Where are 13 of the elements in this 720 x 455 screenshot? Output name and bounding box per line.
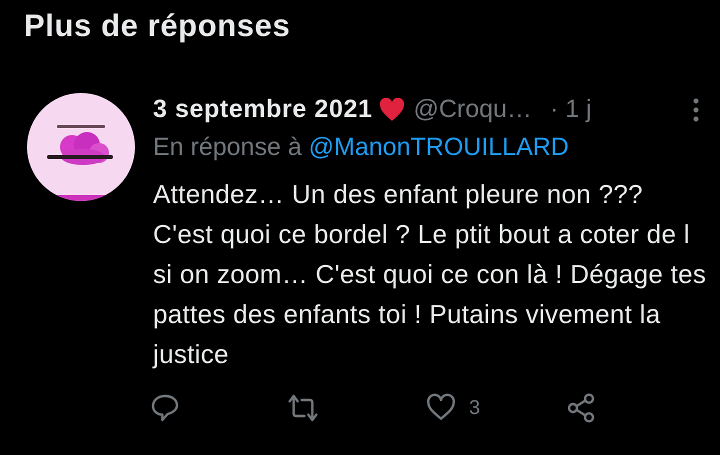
more-icon[interactable] [692,98,700,122]
retweet-icon[interactable] [287,392,319,424]
heart-icon [379,98,406,122]
mention-link[interactable]: @ManonTROUILLARD [308,133,569,161]
user-handle[interactable]: @Croqu… [413,91,532,129]
tweet-text: Attendez… Un des enfant pleure non ??? C'est quoi ce bordel ? Le ptit bout a coter de l si on zoom… C'est quoi ce con là ! Dégage tes pattes des enfants toi ! Putains vivement la justice [153,178,708,371]
section-title: Plus de réponses [24,7,290,45]
timestamp[interactable]: · 1 j [550,91,592,129]
like-count: 3 [469,396,480,421]
reply-context: En réponse à @ManonTROUILLARD [153,132,570,163]
display-name[interactable]: 3 septembre 2021 [153,91,372,129]
share-icon[interactable] [565,392,597,424]
reply-icon[interactable] [149,392,181,424]
